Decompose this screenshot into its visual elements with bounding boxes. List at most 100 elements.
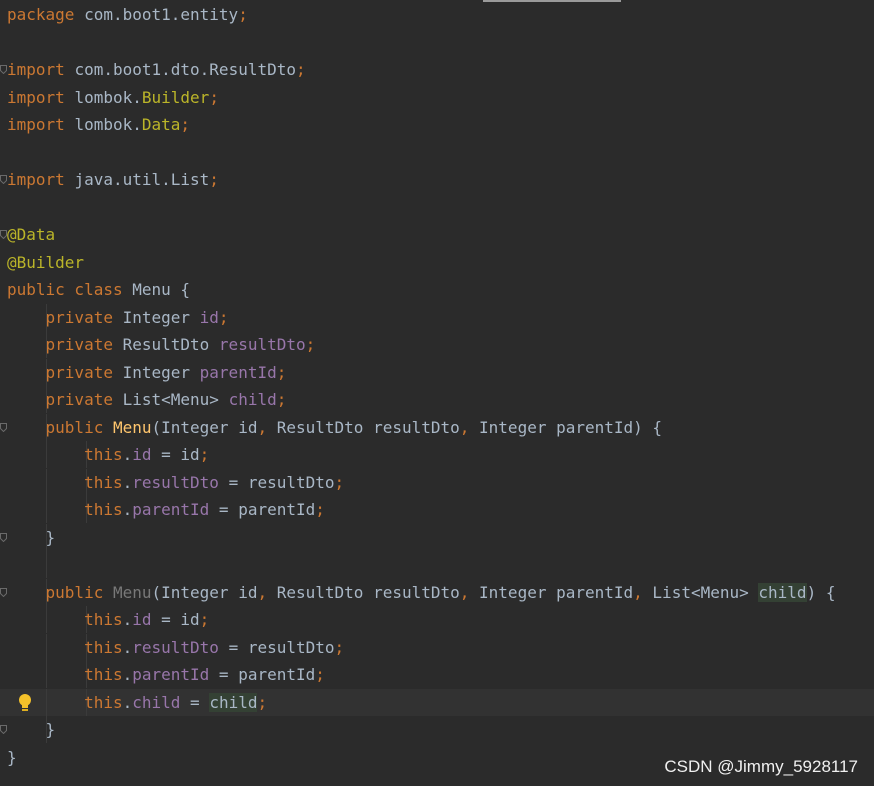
code-line[interactable]: this.child = child; <box>0 688 874 716</box>
code-text: this.parentId = parentId; <box>7 496 325 523</box>
code-token: = parentId <box>209 500 316 519</box>
code-line[interactable]: this.id = id; <box>0 441 874 468</box>
code-token: child <box>209 692 258 712</box>
code-token: this <box>7 637 123 657</box>
code-token: Menu <box>112 417 152 437</box>
code-token: = id <box>151 445 200 464</box>
code-token: ResultDto resultDto <box>276 582 460 602</box>
code-token: id <box>132 445 152 464</box>
code-line[interactable]: this.parentId = parentId; <box>0 496 874 523</box>
code-line[interactable]: this.id = id; <box>0 606 874 633</box>
fold-marker-icon[interactable] <box>0 532 7 542</box>
code-line[interactable] <box>0 29 874 56</box>
code-token: List<Menu> <box>652 582 759 602</box>
code-token: List<Menu> <box>122 390 229 409</box>
code-line[interactable]: @Builder <box>0 249 874 276</box>
fold-marker-icon[interactable] <box>0 422 7 432</box>
code-token: private <box>7 362 123 382</box>
code-text: @Builder <box>7 249 84 276</box>
code-line[interactable]: public class Menu { <box>0 276 874 303</box>
code-token: . <box>122 472 133 492</box>
code-line[interactable]: import java.util.List; <box>0 166 874 193</box>
code-token: ; <box>276 362 287 382</box>
fold-marker-icon[interactable] <box>0 587 7 597</box>
code-token: Integer parentId) { <box>479 417 663 437</box>
code-token: ; <box>257 692 268 712</box>
code-line[interactable]: import lombok.Builder; <box>0 84 874 111</box>
code-token: private <box>7 335 123 354</box>
code-token: = parentId <box>209 665 316 684</box>
code-text: this.resultDto = resultDto; <box>7 634 344 661</box>
code-text: public Menu(Integer id, ResultDto result… <box>7 414 663 441</box>
code-token: @Builder <box>7 252 85 272</box>
code-token: parentId <box>199 362 277 382</box>
code-text: this.child = child; <box>7 689 267 716</box>
code-token: , <box>257 582 277 602</box>
code-line[interactable]: @Data <box>0 221 874 248</box>
code-token: this <box>7 692 123 712</box>
code-token: . <box>122 445 133 464</box>
code-token: this <box>7 610 123 629</box>
code-token: import <box>7 115 75 134</box>
code-token: . <box>122 665 133 684</box>
code-line[interactable] <box>0 194 874 221</box>
code-line[interactable] <box>0 139 874 166</box>
code-line[interactable]: private Integer id; <box>0 303 874 331</box>
code-line[interactable]: public Menu(Integer id, ResultDto result… <box>0 413 874 441</box>
fold-marker-icon[interactable] <box>0 230 7 239</box>
code-token: com.boot1.dto.ResultDto <box>74 60 296 79</box>
code-line[interactable]: private List<Menu> child; <box>0 386 874 413</box>
code-token: = id <box>151 610 200 629</box>
code-token: Menu <box>112 582 152 602</box>
code-token: public class <box>7 280 133 299</box>
code-line[interactable]: this.resultDto = resultDto; <box>0 468 874 496</box>
code-token: id <box>199 307 219 327</box>
code-token: Integer <box>122 362 200 382</box>
fold-marker-icon[interactable] <box>0 65 7 74</box>
fold-marker-icon[interactable] <box>0 175 7 184</box>
code-token: . <box>122 692 133 712</box>
code-token: ; <box>209 170 219 189</box>
code-line[interactable]: } <box>0 716 874 743</box>
code-token: public <box>7 417 113 437</box>
fold-marker-icon[interactable] <box>0 725 7 734</box>
code-line[interactable]: private Integer parentId; <box>0 358 874 386</box>
code-text: public Menu(Integer id, ResultDto result… <box>7 579 835 606</box>
code-line[interactable]: public Menu(Integer id, ResultDto result… <box>0 578 874 606</box>
code-line[interactable]: import lombok.Data; <box>0 111 874 138</box>
code-token: child <box>228 390 277 409</box>
code-text: import com.boot1.dto.ResultDto; <box>7 56 306 83</box>
code-token: resultDto <box>218 335 306 354</box>
code-line[interactable]: this.resultDto = resultDto; <box>0 633 874 661</box>
code-token: Data <box>141 115 181 134</box>
code-text: import lombok.Data; <box>7 111 190 138</box>
code-token: this <box>7 500 123 519</box>
code-token: ResultDto resultDto <box>276 417 460 437</box>
code-token: } <box>7 720 56 739</box>
code-token: , <box>257 417 277 437</box>
code-token: parentId <box>132 665 210 684</box>
code-token: resultDto <box>132 637 219 657</box>
code-token: ; <box>305 335 316 354</box>
code-text: private ResultDto resultDto; <box>7 331 316 358</box>
code-line[interactable]: private ResultDto resultDto; <box>0 331 874 358</box>
code-token: ; <box>209 87 219 107</box>
code-text: this.id = id; <box>7 441 209 468</box>
code-token: @Data <box>7 225 56 244</box>
code-line[interactable]: import com.boot1.dto.ResultDto; <box>0 56 874 83</box>
code-text: } <box>7 524 56 551</box>
code-line[interactable]: package com.boot1.entity; <box>0 1 874 28</box>
code-editor[interactable]: package com.boot1.entity; import com.boot… <box>0 0 874 786</box>
code-line[interactable]: this.parentId = parentId; <box>0 661 874 688</box>
code-line[interactable] <box>0 551 874 578</box>
code-token: ; <box>334 637 345 657</box>
code-token: ) { <box>806 582 836 602</box>
code-token: , <box>459 417 480 437</box>
code-token: private <box>7 390 123 409</box>
code-token: = <box>180 692 210 712</box>
code-token: (Integer id <box>151 417 258 437</box>
code-line[interactable]: } <box>0 523 874 551</box>
code-token: resultDto <box>132 472 219 492</box>
code-token: ; <box>296 60 306 79</box>
code-token: Integer <box>122 307 200 327</box>
